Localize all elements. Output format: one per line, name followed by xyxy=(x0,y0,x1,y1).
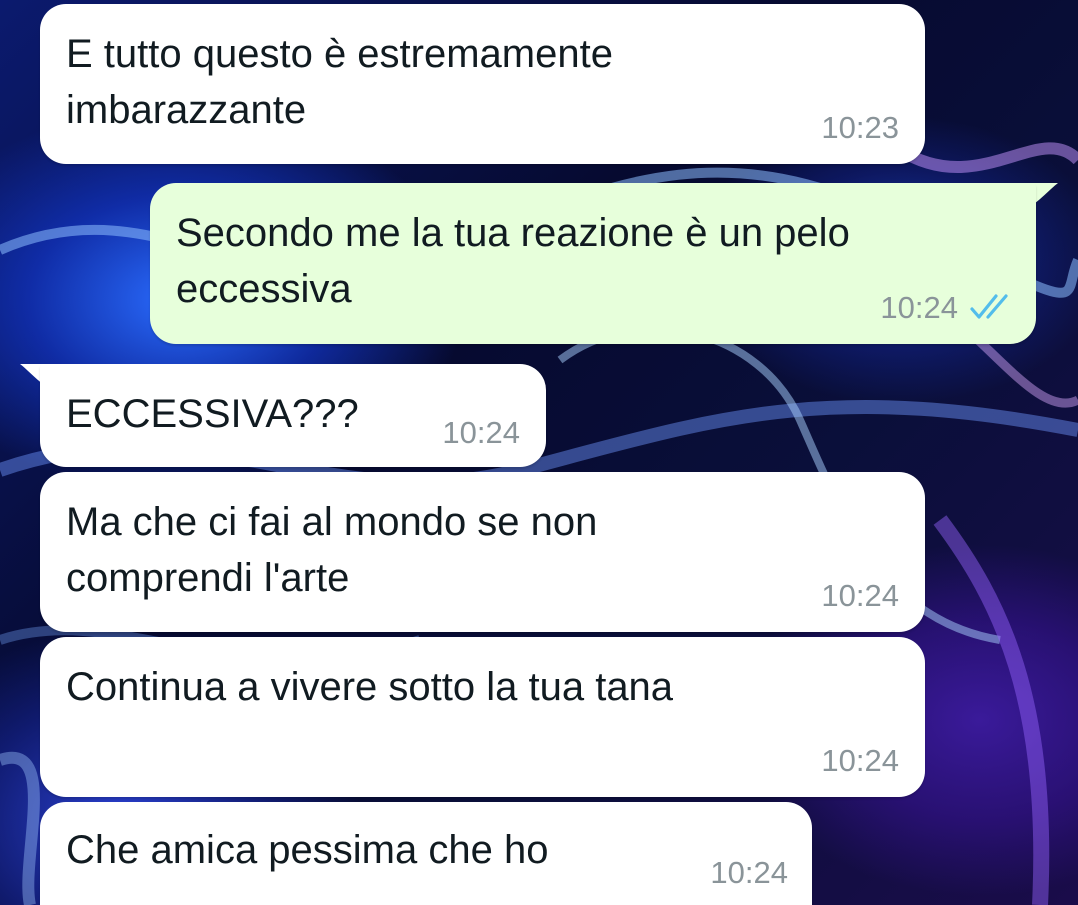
message-timestamp: 10:24 xyxy=(880,290,958,325)
message-bubble-incoming[interactable]: Continua a vivere sotto la tua tana 10:2… xyxy=(40,637,925,797)
read-double-check-icon xyxy=(970,294,1008,319)
message-timestamp: 10:24 xyxy=(821,743,899,778)
message-text: Ma che ci fai al mondo se non comprendi … xyxy=(66,500,598,600)
message-timestamp: 10:24 xyxy=(821,578,899,613)
message-bubble-incoming[interactable]: ECCESSIVA??? 10:24 xyxy=(40,364,546,467)
message-bubble-incoming[interactable]: Che amica pessima che ho 10:24 xyxy=(40,802,812,905)
message-text: E tutto questo è estremamente imbarazzan… xyxy=(66,32,613,132)
message-text: Continua a vivere sotto la tua tana xyxy=(66,665,674,709)
message-timestamp: 10:23 xyxy=(821,110,899,145)
message-timestamp: 10:24 xyxy=(442,415,520,450)
message-text: Secondo me la tua reazione è un pelo ecc… xyxy=(176,211,850,311)
message-bubble-outgoing[interactable]: Secondo me la tua reazione è un pelo ecc… xyxy=(150,183,1036,344)
message-text: Che amica pessima che ho xyxy=(66,828,549,872)
message-bubble-incoming[interactable]: Ma che ci fai al mondo se non comprendi … xyxy=(40,472,925,632)
message-bubble-incoming[interactable]: E tutto questo è estremamente imbarazzan… xyxy=(40,4,925,164)
message-text: ECCESSIVA??? xyxy=(66,392,359,436)
message-timestamp: 10:24 xyxy=(710,855,788,890)
